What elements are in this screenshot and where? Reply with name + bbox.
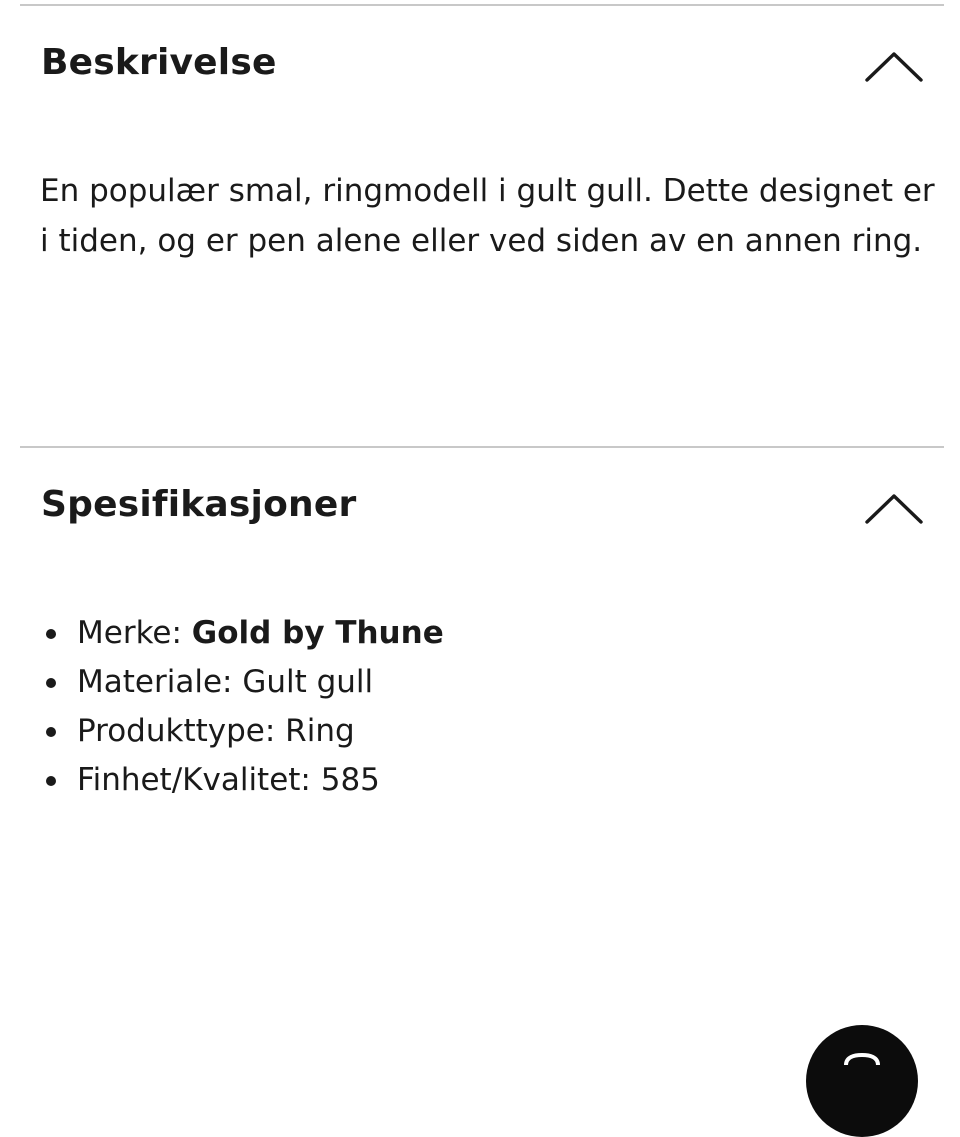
section-divider-top [20, 4, 944, 6]
specifications-section-title: Spesifikasjoner [41, 484, 357, 525]
spec-item-material: Materiale: Gult gull [40, 658, 920, 707]
chevron-up-icon[interactable] [864, 48, 924, 84]
specifications-accordion-header[interactable]: Spesifikasjoner [20, 474, 944, 544]
chevron-up-icon[interactable] [864, 490, 924, 526]
spec-value: Gult gull [242, 664, 374, 700]
chat-icon [844, 1053, 880, 1065]
spec-label: Materiale: [77, 664, 243, 700]
bullet-icon [46, 678, 56, 688]
bullet-icon [46, 776, 56, 786]
spec-value: 585 [320, 762, 380, 798]
spec-item-quality: Finhet/Kvalitet: 585 [40, 756, 920, 805]
spec-value: Ring [285, 713, 355, 749]
spec-item-brand: Merke: Gold by Thune [40, 609, 920, 658]
description-accordion-header[interactable]: Beskrivelse [20, 32, 944, 102]
bullet-icon [46, 629, 56, 639]
spec-value: Gold by Thune [191, 615, 444, 651]
spec-label: Produkttype: [77, 713, 286, 749]
bullet-icon [46, 727, 56, 737]
spec-label: Merke: [77, 615, 192, 651]
description-text: En populær smal, ringmodell i gult gull.… [40, 173, 935, 259]
description-section-title: Beskrivelse [41, 42, 277, 83]
spec-item-product-type: Produkttype: Ring [40, 707, 920, 756]
specifications-list: Merke: Gold by Thune Materiale: Gult gul… [40, 609, 920, 805]
spec-label: Finhet/Kvalitet: [77, 762, 321, 798]
section-divider [20, 446, 944, 448]
chat-button[interactable] [806, 1025, 918, 1137]
